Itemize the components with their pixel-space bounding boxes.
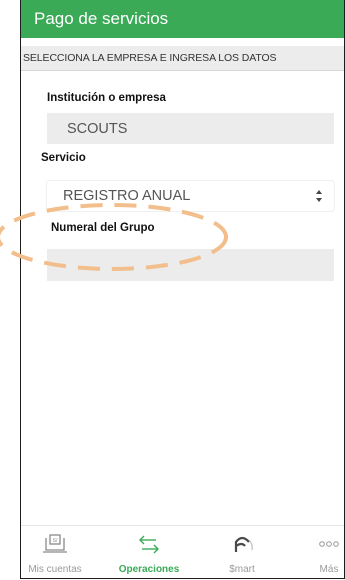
accounts-icon: S/ bbox=[43, 534, 67, 553]
tab-operaciones[interactable]: Operaciones bbox=[117, 526, 181, 578]
tab-mas[interactable]: Más bbox=[297, 526, 344, 578]
service-label: Servicio bbox=[41, 152, 86, 164]
page-title: Pago de servicios bbox=[34, 9, 169, 28]
select-arrows-icon bbox=[316, 190, 322, 202]
institution-value: SCOUTS bbox=[67, 121, 128, 137]
service-value: REGISTRO ANUAL bbox=[63, 188, 191, 204]
more-dots-icon bbox=[319, 541, 339, 547]
institution-field[interactable]: SCOUTS bbox=[47, 113, 334, 144]
instructions-text: SELECCIONA LA EMPRESA E INGRESA LOS DATO… bbox=[23, 52, 277, 64]
svg-text:S/: S/ bbox=[53, 538, 58, 544]
service-select[interactable]: REGISTRO ANUAL bbox=[47, 181, 334, 211]
tab-smart[interactable]: $mart bbox=[210, 526, 274, 578]
instructions-bar: SELECCIONA LA EMPRESA E INGRESA LOS DATO… bbox=[21, 46, 344, 71]
tab-label: $mart bbox=[229, 564, 255, 575]
group-number-input[interactable] bbox=[47, 249, 334, 281]
institution-label: Institución o empresa bbox=[47, 92, 166, 104]
tab-mis-cuentas[interactable]: S/ Mis cuentas bbox=[23, 526, 87, 578]
app-screen: Pago de servicios SELECCIONA LA EMPRESA … bbox=[20, 0, 345, 579]
transfer-arrows-icon bbox=[139, 535, 159, 554]
smart-icon bbox=[234, 536, 253, 552]
tab-label: Operaciones bbox=[118, 564, 180, 575]
app-header: Pago de servicios bbox=[21, 0, 344, 38]
group-number-label: Numeral del Grupo bbox=[51, 222, 155, 234]
tab-label: Más bbox=[319, 564, 339, 575]
bottom-tab-bar: S/ Mis cuentas Operaciones $mart Más bbox=[21, 525, 344, 578]
tab-label: Mis cuentas bbox=[28, 564, 82, 575]
